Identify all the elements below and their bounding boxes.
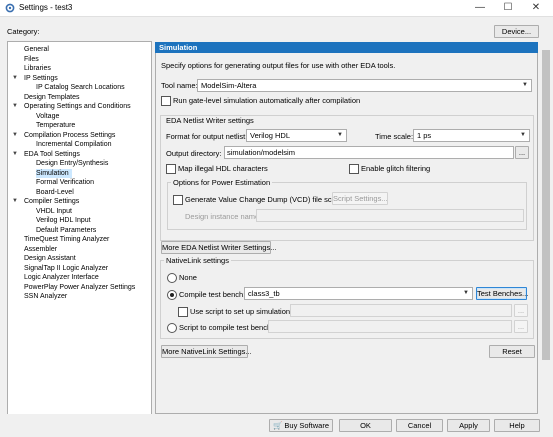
tool-name-value: ModelSim-Altera bbox=[201, 81, 257, 90]
tree-item[interactable]: SignalTap II Logic Analyzer bbox=[24, 264, 108, 273]
tree-item[interactable]: Design Assistant bbox=[24, 254, 76, 263]
format-select[interactable]: Verilog HDL ▼ bbox=[246, 129, 347, 142]
expand-arrow-icon[interactable]: ▼ bbox=[12, 75, 18, 81]
tool-name-select[interactable]: ModelSim-Altera ▼ bbox=[197, 79, 532, 92]
enable-glitch-checkbox[interactable] bbox=[349, 164, 359, 174]
buy-software-button[interactable]: 🛒 Buy Software bbox=[269, 419, 333, 432]
more-eda-settings-button[interactable]: More EDA Netlist Writer Settings... bbox=[161, 241, 276, 254]
tree-item[interactable]: TimeQuest Timing Analyzer bbox=[24, 235, 109, 244]
format-value: Verilog HDL bbox=[250, 131, 291, 140]
map-illegal-label: Map illegal HDL characters bbox=[178, 164, 268, 173]
run-gate-level-label: Run gate-level simulation automatically … bbox=[173, 96, 361, 105]
device-button[interactable]: Device... bbox=[494, 25, 539, 38]
power-estimation-title: Options for Power Estimation bbox=[171, 178, 273, 187]
scrollbar-thumb[interactable] bbox=[542, 50, 550, 360]
tree-item[interactable]: Operating Settings and Conditions bbox=[24, 102, 131, 111]
tree-item[interactable]: Compiler Settings bbox=[24, 197, 79, 206]
cart-icon: 🛒 bbox=[272, 421, 283, 430]
script-compile-radio[interactable] bbox=[167, 323, 177, 333]
tree-item[interactable]: Logic Analyzer Interface bbox=[24, 273, 99, 282]
tool-name-label: Tool name: bbox=[161, 81, 198, 90]
chevron-down-icon: ▼ bbox=[522, 82, 528, 88]
tree-item[interactable]: Temperature bbox=[36, 121, 75, 130]
cancel-button[interactable]: Cancel bbox=[396, 419, 443, 432]
tree-item[interactable]: Design Entry/Synthesis bbox=[36, 159, 108, 168]
design-instance-input[interactable] bbox=[256, 209, 524, 222]
category-tree[interactable]: General Files Libraries ▼ IP Settings IP Cata… bbox=[7, 41, 152, 416]
tree-item[interactable]: Board-Level bbox=[36, 188, 74, 197]
tree-item[interactable]: Formal Verification bbox=[36, 178, 94, 187]
run-gate-level-checkbox[interactable] bbox=[161, 96, 171, 106]
format-label: Format for output netlist: bbox=[166, 132, 248, 141]
tree-item[interactable]: Design Templates bbox=[24, 93, 80, 102]
script-settings-button[interactable]: Script Settings... bbox=[332, 192, 388, 205]
tree-item[interactable]: Files bbox=[24, 55, 39, 64]
use-script-input[interactable] bbox=[290, 304, 512, 317]
tree-item[interactable]: Default Parameters bbox=[36, 226, 96, 235]
script-compile-label: Script to compile test bench: bbox=[179, 323, 274, 332]
compile-test-bench-value: class3_tb bbox=[248, 289, 280, 298]
netlist-writer-title: EDA Netlist Writer settings bbox=[164, 116, 256, 125]
tree-item[interactable]: Simulation bbox=[36, 168, 72, 178]
expand-arrow-icon[interactable]: ▼ bbox=[12, 198, 18, 204]
panel-description: Specify options for generating output fi… bbox=[161, 61, 396, 70]
expand-arrow-icon[interactable]: ▼ bbox=[12, 103, 18, 109]
help-button[interactable]: Help bbox=[494, 419, 540, 432]
vcd-label: Generate Value Change Dump (VCD) file sc… bbox=[185, 195, 343, 204]
output-dir-browse-button[interactable]: ... bbox=[515, 146, 529, 159]
nativelink-title: NativeLink settings bbox=[164, 256, 231, 265]
time-scale-label: Time scale: bbox=[375, 132, 414, 141]
tree-item[interactable]: Verilog HDL Input bbox=[36, 216, 91, 225]
enable-glitch-label: Enable glitch filtering bbox=[361, 164, 431, 173]
more-nativelink-settings-button[interactable]: More NativeLink Settings... bbox=[161, 345, 252, 358]
expand-arrow-icon[interactable]: ▼ bbox=[12, 132, 18, 138]
tree-item[interactable]: Incremental Compilation bbox=[36, 140, 111, 149]
settings-gear-icon bbox=[5, 3, 15, 13]
output-dir-input[interactable]: simulation/modelsim bbox=[224, 146, 514, 159]
panel-header: Simulation bbox=[155, 42, 538, 53]
use-script-checkbox[interactable] bbox=[178, 307, 188, 317]
use-script-label: Use script to set up simulation: bbox=[190, 307, 293, 316]
none-label: None bbox=[179, 273, 197, 282]
tree-item[interactable]: Voltage bbox=[36, 112, 59, 121]
compile-test-bench-radio[interactable] bbox=[167, 290, 177, 300]
design-instance-label: Design instance name: bbox=[185, 212, 262, 221]
tree-item[interactable]: IP Catalog Search Locations bbox=[36, 83, 125, 92]
close-button[interactable]: ✕ bbox=[525, 1, 547, 15]
power-estimation-group bbox=[167, 182, 527, 230]
vcd-checkbox[interactable] bbox=[173, 195, 183, 205]
minimize-button[interactable]: — bbox=[469, 1, 491, 15]
tree-item[interactable]: Libraries bbox=[24, 64, 51, 73]
tree-item[interactable]: Compilation Process Settings bbox=[24, 131, 115, 140]
tree-item[interactable]: General bbox=[24, 45, 49, 54]
tree-item[interactable]: Assembler bbox=[24, 245, 57, 254]
compile-test-bench-select[interactable]: class3_tb ▼ bbox=[244, 287, 473, 300]
none-radio[interactable] bbox=[167, 273, 177, 283]
window-title: Settings - test3 bbox=[19, 3, 73, 12]
expand-arrow-icon[interactable]: ▼ bbox=[12, 151, 18, 157]
chevron-down-icon: ▼ bbox=[520, 132, 526, 138]
script-compile-input[interactable] bbox=[268, 320, 512, 333]
script-compile-browse-button[interactable]: ... bbox=[514, 320, 528, 333]
time-scale-value: 1 ps bbox=[417, 131, 432, 140]
maximize-button[interactable]: ☐ bbox=[497, 1, 519, 15]
chevron-down-icon: ▼ bbox=[463, 290, 469, 296]
reset-button[interactable]: Reset bbox=[489, 345, 535, 358]
use-script-browse-button[interactable]: ... bbox=[514, 304, 528, 317]
tree-item[interactable]: EDA Tool Settings bbox=[24, 150, 80, 159]
apply-button[interactable]: Apply bbox=[447, 419, 490, 432]
category-label: Category: bbox=[7, 27, 40, 36]
ok-button[interactable]: OK bbox=[339, 419, 392, 432]
tree-item[interactable]: PowerPlay Power Analyzer Settings bbox=[24, 283, 135, 292]
map-illegal-checkbox[interactable] bbox=[166, 164, 176, 174]
buy-software-label: Buy Software bbox=[284, 421, 330, 430]
test-benches-button[interactable]: Test Benches... bbox=[476, 287, 528, 300]
compile-test-bench-label: Compile test bench: bbox=[179, 290, 246, 299]
chevron-down-icon: ▼ bbox=[337, 132, 343, 138]
output-dir-label: Output directory: bbox=[166, 149, 222, 158]
tree-item[interactable]: SSN Analyzer bbox=[24, 292, 67, 301]
time-scale-select[interactable]: 1 ps ▼ bbox=[413, 129, 530, 142]
tree-item[interactable]: IP Settings bbox=[24, 74, 58, 83]
tree-item[interactable]: VHDL Input bbox=[36, 207, 72, 216]
